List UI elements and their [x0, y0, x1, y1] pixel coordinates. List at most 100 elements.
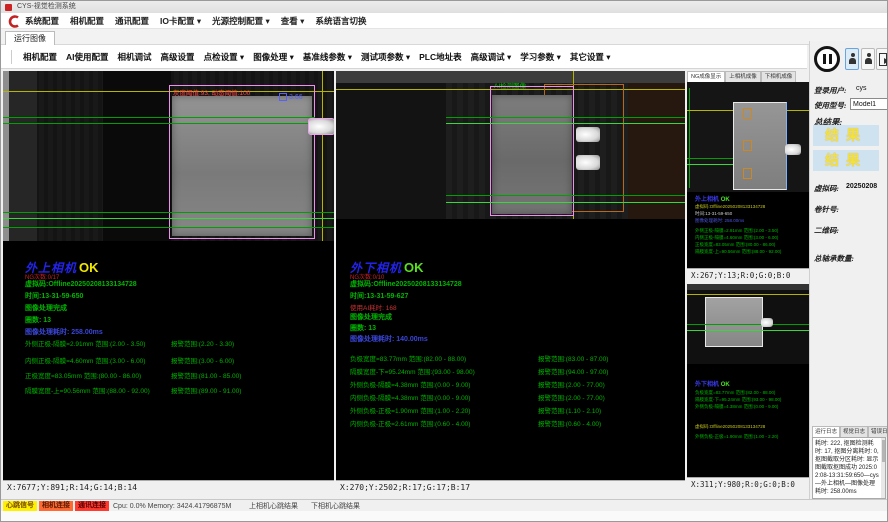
tool-spot-check-settings[interactable]: 点检设置 ▾	[204, 51, 245, 63]
result-ok: OK	[721, 197, 730, 203]
tool-test-item-params[interactable]: 测试项参数 ▾	[361, 51, 410, 63]
machine-dark-region	[336, 83, 446, 219]
thumb-panel-upper[interactable]: 外上相机 OK 虚拟码:Offline20250208133134728 时间:…	[687, 82, 809, 282]
menu-item-language-switch[interactable]: 系统语言切换	[315, 15, 366, 27]
pause-icon	[829, 54, 832, 64]
tool-camera-config[interactable]: 相机配置	[23, 51, 57, 63]
left-camera-panel[interactable]: 灰度阈值:93, 动态阈值:100 3.66 外上相机OK NG次数:0/17 …	[3, 71, 334, 494]
tool-advanced-settings[interactable]: 高级设置	[161, 51, 195, 63]
thumb-image[interactable]	[687, 82, 809, 192]
tab-run-image[interactable]: 运行图像	[5, 31, 55, 45]
thumb-image[interactable]	[687, 284, 809, 364]
camera-name: 外下相机	[695, 382, 719, 388]
thumb-measure: 隔膜宽度-上=90.56mm 范围:(88.00 - 92.00)	[695, 249, 781, 255]
measurement-text: 隔膜宽度-上=90.56mm 范围:(88.00 - 92.00)	[25, 385, 150, 395]
log-scrollbar[interactable]	[881, 438, 885, 498]
window-title: CYS-视觉检测系统	[17, 3, 76, 10]
menu-bar: 系统配置 相机配置 通讯配置 IO卡配置 ▾ 光源控制配置 ▾ 查看 ▾ 系统语…	[1, 13, 888, 29]
process-done-line: 图像处理完成	[25, 303, 67, 313]
tool-image-processing[interactable]: 图像处理 ▾	[253, 51, 294, 63]
measurement-text: 隔膜宽度-下=95.24mm 范围:(93.00 - 98.00)	[350, 366, 475, 376]
thumb-time-line: 时间:13-31-59-650	[695, 211, 732, 217]
alarm-range-text: 报警范围:(1.10 - 2.10)	[538, 405, 601, 415]
tool-other-settings[interactable]: 其它设置 ▾	[570, 51, 611, 63]
alarm-range-text: 报警范围:(94.00 - 97.00)	[538, 366, 608, 376]
machine-top-band	[687, 284, 809, 290]
thumb-measure: 负极宽度=83.77mm 范围:(82.00 - 88.00)	[695, 390, 775, 396]
result-badge-upper: 结果	[813, 125, 879, 146]
virtual-code-label: 虚拟码:	[814, 183, 839, 194]
tab-vision-log[interactable]: 视觉日志	[840, 426, 868, 437]
thumb-panel-lower[interactable]: 外下相机 OK 负极宽度=83.77mm 范围:(82.00 - 88.00) …	[687, 284, 809, 491]
measure-line-green	[446, 195, 685, 196]
thumb2-statusbar: X:311;Y:980;R:0;G:0;B:0	[687, 477, 809, 491]
tab-connector-highlight	[761, 318, 773, 327]
menu-item-io-card-config[interactable]: IO卡配置 ▾	[160, 15, 201, 27]
tool-plc-address-table[interactable]: PLC地址表	[419, 51, 462, 63]
measure-line-green	[446, 123, 685, 124]
menu-item-view[interactable]: 查看 ▾	[281, 15, 305, 27]
menu-item-camera-config[interactable]: 相机配置	[70, 15, 104, 27]
login-user-value: cys	[856, 85, 867, 92]
ai-detect-box	[743, 168, 752, 179]
alarm-range-text: 报警范围:(2.00 - 77.00)	[538, 379, 605, 389]
tool-baseline-params[interactable]: 基准线参数 ▾	[303, 51, 352, 63]
process-done-line: 图像处理完成	[350, 312, 392, 322]
roi-threshold-label: 灰度阈值:93, 动态阈值:100	[173, 87, 250, 97]
tool-advanced-debug[interactable]: 高级调试 ▾	[471, 51, 512, 63]
turn-count-line: 圈数: 13	[350, 323, 376, 333]
measurement-text: 内侧负极-正极=2.61mm 范围:(0.60 - 4.00)	[350, 418, 470, 428]
pause-button[interactable]	[814, 46, 840, 72]
ai-elapsed-line: 使用AI耗时: 168	[350, 302, 397, 312]
thumb1-statusbar: X:267;Y:13;R:0;G:0;B:0	[687, 268, 809, 282]
measurement-text: 内侧负极-隔膜=4.38mm 范围:(0.00 - 9.00)	[350, 392, 470, 402]
menu-item-light-control-config[interactable]: 光源控制配置 ▾	[212, 15, 270, 27]
right-sidebar: 登录用户: cys 使用型号: 总结果: 结果 结果 虚拟码: 20250208…	[809, 41, 888, 499]
measure-line-green	[3, 218, 334, 219]
measure-line-green-vertical	[689, 88, 690, 188]
log-text: 耗时: 222, 抠图检测耗时: 17, 抠图分离耗时: 0, 抠图截取分区耗时…	[815, 441, 879, 495]
measure-line-green	[446, 202, 685, 203]
scrollbar-thumb[interactable]	[882, 440, 885, 462]
model-input[interactable]	[850, 98, 888, 110]
bottom-status-bar: 心跳信号 相机连接 通讯连接 Cpu: 0.0% Memory: 3424.41…	[1, 499, 888, 511]
tool-ai-usage-config[interactable]: AI使用配置	[66, 51, 109, 63]
menu-item-system-config[interactable]: 系统配置	[25, 15, 59, 27]
operator-button[interactable]	[861, 48, 875, 70]
left-panel-statusbar: X:7677;Y:891;R:14;G:14;B:14	[3, 480, 334, 494]
middle-camera-image[interactable]: AI检测图像	[336, 71, 685, 219]
tab-upper-camera[interactable]: 上相机成像	[725, 71, 761, 82]
electrode-block	[705, 297, 763, 347]
alarm-range-text: 报警范围:(89.00 - 91.00)	[171, 385, 241, 395]
camera-name: 外上相机	[695, 197, 719, 203]
reference-line-yellow	[687, 294, 809, 295]
reference-line-yellow-vertical	[322, 71, 323, 241]
tab-lower-camera[interactable]: 下相机成像	[761, 71, 797, 82]
electrode-block	[492, 95, 572, 214]
exit-button[interactable]	[876, 48, 888, 70]
alarm-range-text: 报警范围:(2.00 - 77.00)	[538, 392, 605, 402]
tool-camera-debug[interactable]: 相机调试	[118, 51, 152, 63]
virtual-code-line: 虚拟码:Offline20250208133134728	[25, 279, 137, 289]
tab-ng-display[interactable]: NG成像显示	[687, 71, 725, 82]
pause-icon	[823, 54, 826, 64]
user-login-button[interactable]	[845, 48, 859, 70]
left-camera-image[interactable]: 灰度阈值:93, 动态阈值:100 3.66	[3, 71, 334, 241]
measure-line-green	[687, 330, 809, 331]
tab-error-log[interactable]: 错误日志	[868, 426, 888, 437]
result-badge-lower: 结果	[813, 150, 879, 171]
menu-item-comm-config[interactable]: 通讯配置	[115, 15, 149, 27]
title-bar: CYS-视觉检测系统	[1, 1, 888, 13]
measure-line-green	[3, 117, 315, 118]
qr-code-label: 二维码:	[814, 225, 839, 236]
alarm-range-text: 报警范围:(2.20 - 3.30)	[171, 338, 234, 348]
alarm-range-text: 报警范围:(81.00 - 85.00)	[171, 370, 241, 380]
tool-learning-params[interactable]: 学习参数 ▾	[520, 51, 561, 63]
user-icon	[865, 53, 872, 65]
time-line: 时间:13-31-59-627	[350, 291, 408, 301]
tab-run-log[interactable]: 运行日志	[812, 426, 840, 437]
alarm-range-text: 报警范围:(83.00 - 87.00)	[538, 353, 608, 363]
middle-camera-panel[interactable]: AI检测图像 外下相机OK NG次数:0/10 虚拟码:Offline20250…	[336, 71, 685, 494]
log-output[interactable]: 耗时: 222, 抠图检测耗时: 17, 抠图分离耗时: 0, 抠图截取分区耗时…	[812, 437, 886, 499]
exit-door-icon	[879, 53, 887, 66]
